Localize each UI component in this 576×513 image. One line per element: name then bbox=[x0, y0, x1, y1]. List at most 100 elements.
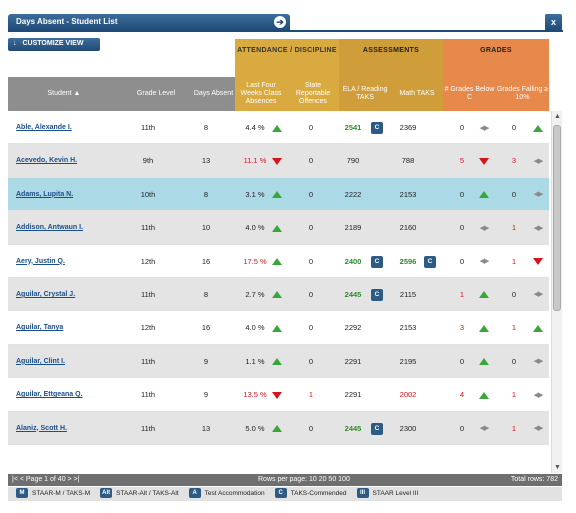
offences-cell: 0 bbox=[308, 423, 314, 433]
grades-falling-cell: 1 bbox=[511, 223, 517, 233]
ela-score-cell: 2291 bbox=[344, 356, 362, 366]
ela-score-cell: 2189 bbox=[344, 223, 362, 233]
table-row[interactable]: Able, Alexande I. 11th 8 4.4 % 0 2541 C 2369 0 ◀▶… bbox=[8, 111, 549, 145]
pagination-controls[interactable]: |< < Page 1 of 40 > >| bbox=[12, 474, 79, 486]
days-absent-cell: 13 bbox=[201, 423, 211, 433]
column-header-grades-below-c[interactable]: # Grades Below C bbox=[443, 77, 496, 111]
go-arrow-icon[interactable]: ➔ bbox=[274, 16, 286, 28]
days-absent-cell: 16 bbox=[201, 256, 211, 266]
column-header-last-four-weeks[interactable]: Last Four Weeks Class Absences bbox=[235, 77, 287, 111]
student-name-link[interactable]: Able, Alexande I. bbox=[16, 111, 72, 144]
commended-badge-icon: C bbox=[371, 122, 383, 135]
trend-up-icon bbox=[272, 425, 282, 433]
attendance-group-label: ATTENDANCE / DISCIPLINE bbox=[237, 47, 337, 54]
table-row[interactable]: Adams, Lupita N. 10th 8 3.1 % 0 2222 2153 0 0 ◀▶ bbox=[8, 177, 549, 212]
customize-view-button[interactable]: ↓ CUSTOMIZE VIEW bbox=[8, 38, 100, 51]
table-row[interactable]: Aguilar, Clint I. 11th 9 1.1 % 0 2291 2195 0 0 ◀▶ bbox=[8, 344, 549, 379]
grades-below-trend bbox=[476, 378, 492, 411]
class-absences-cell: 3.1 % bbox=[245, 189, 265, 199]
math-score-cell: 2153 bbox=[399, 323, 417, 333]
scrollbar-thumb[interactable] bbox=[553, 125, 561, 311]
trend-up-icon bbox=[479, 191, 489, 199]
student-name-link[interactable]: Aguilar, Clint I. bbox=[16, 345, 65, 378]
column-header-days-absent[interactable]: Days Absent bbox=[192, 77, 235, 111]
student-name-link[interactable]: Addison, Antwaun I. bbox=[16, 211, 83, 244]
math-score-cell: 2195 bbox=[399, 356, 417, 366]
legend-label: STAAR-Alt / TAKS-Alt bbox=[116, 490, 179, 497]
student-name-link[interactable]: Aguilar, Crystal J. bbox=[16, 278, 75, 311]
trend-up-icon bbox=[479, 358, 489, 366]
grades-falling-cell: 0 bbox=[511, 356, 517, 366]
legend-item: M STAAR-M / TAKS-M bbox=[16, 487, 90, 501]
absences-trend bbox=[270, 245, 284, 278]
table-row[interactable]: Alaniz, Scott H. 11th 13 5.0 % 0 2445 C 2300 0 ◀▶… bbox=[8, 411, 549, 445]
commended-badge-icon: C bbox=[371, 255, 383, 268]
grades-falling-trend: ◀▶ bbox=[531, 278, 545, 311]
trend-down-icon bbox=[272, 157, 282, 165]
student-table-body: Able, Alexande I. 11th 8 4.4 % 0 2541 C 2369 0 ◀▶… bbox=[8, 111, 549, 445]
student-name-link[interactable]: Acevedo, Kevin H. bbox=[16, 144, 77, 177]
column-header-grades-falling[interactable]: Grades Falling ≥ 10% bbox=[496, 77, 549, 111]
trend-up-icon bbox=[479, 291, 489, 299]
vertical-scrollbar[interactable]: ▲ ▼ bbox=[551, 111, 562, 473]
trend-up-icon bbox=[479, 391, 489, 399]
legend-item: Alt STAAR-Alt / TAKS-Alt bbox=[100, 487, 179, 501]
table-row[interactable]: Addison, Antwaun I. 11th 10 4.0 % 0 2189 2160 0… bbox=[8, 211, 549, 245]
grades-falling-cell: 0 bbox=[511, 189, 517, 199]
scroll-up-icon[interactable]: ▲ bbox=[554, 113, 561, 120]
math-score-cell: 2115 bbox=[399, 289, 417, 299]
table-row[interactable]: Aguilar, Crystal J. 11th 8 2.7 % 0 2445 C 2115 1… bbox=[8, 277, 549, 312]
days-absent-dialog: Days Absent - Student List ➔ x ↓ CUSTOMIZ… bbox=[0, 0, 576, 513]
grades-below-trend: ◀▶ bbox=[476, 111, 492, 144]
column-header-math[interactable]: Math TAKS bbox=[391, 77, 443, 111]
days-absent-cell: 8 bbox=[203, 289, 209, 299]
table-row[interactable]: Aguilar, Ettgeana Q. 11th 9 13.5 % 1 2291 2002… bbox=[8, 378, 549, 412]
dialog-title: Days Absent - Student List bbox=[16, 17, 118, 26]
commended-badge-icon: C bbox=[371, 288, 383, 301]
table-row[interactable]: Aery, Justin Q. 12th 16 17.5 % 0 2400 C 2596 C 0 ◀… bbox=[8, 245, 549, 278]
grades-falling-trend: ◀▶ bbox=[531, 211, 545, 244]
student-name-link[interactable]: Alaniz, Scott H. bbox=[16, 412, 67, 445]
grades-below-trend bbox=[476, 144, 492, 177]
trend-up-icon bbox=[272, 291, 282, 299]
class-absences-cell: 17.5 % bbox=[243, 256, 267, 266]
table-footer: |< < Page 1 of 40 > >| Rows per page: 10… bbox=[8, 474, 562, 486]
class-absences-cell: 4.4 % bbox=[245, 123, 265, 132]
legend-label: Test Accommodation bbox=[204, 490, 265, 497]
column-header-ela[interactable]: ELA / Reading TAKS bbox=[339, 77, 391, 111]
rows-per-page-selector[interactable]: Rows per page: 10 20 50 100 bbox=[258, 474, 350, 486]
ela-score-cell: 2292 bbox=[344, 323, 362, 333]
class-absences-cell: 13.5 % bbox=[243, 390, 267, 400]
table-row[interactable]: Aguilar, Tanya 12th 16 4.0 % 0 2292 2153 3 1 bbox=[8, 311, 549, 345]
grades-below-c-cell: 1 bbox=[459, 289, 465, 299]
grades-falling-cell: 3 bbox=[511, 156, 517, 166]
table-row[interactable]: Acevedo, Kevin H. 9th 13 11.1 % 0 790 788 5 3 ◀▶ bbox=[8, 144, 549, 178]
absences-trend bbox=[270, 144, 284, 177]
grade-level-cell: 10th bbox=[140, 189, 156, 199]
ela-badge-cell: C bbox=[370, 111, 384, 144]
class-absences-cell: 4.0 % bbox=[245, 223, 265, 233]
class-absences-cell: 2.7 % bbox=[245, 289, 265, 299]
grades-falling-cell: 1 bbox=[511, 256, 517, 266]
trend-down-icon bbox=[272, 391, 282, 399]
grades-below-trend bbox=[476, 278, 492, 311]
ela-score-cell: 2400 bbox=[344, 256, 362, 266]
trend-up-icon bbox=[479, 324, 489, 332]
scroll-down-icon[interactable]: ▼ bbox=[554, 464, 561, 471]
student-name-link[interactable]: Adams, Lupita N. bbox=[16, 178, 73, 211]
absences-trend bbox=[270, 278, 284, 311]
trend-flat-icon: ◀▶ bbox=[533, 191, 544, 199]
student-name-link[interactable]: Aery, Justin Q. bbox=[16, 245, 65, 278]
days-absent-cell: 8 bbox=[203, 123, 209, 132]
days-absent-cell: 9 bbox=[203, 356, 209, 366]
grades-below-trend bbox=[476, 345, 492, 378]
class-absences-cell: 1.1 % bbox=[245, 356, 265, 366]
column-header-offences[interactable]: State Reportable Offences bbox=[287, 77, 339, 111]
column-header-student[interactable]: Student ▲ bbox=[8, 77, 120, 111]
student-name-link[interactable]: Aguilar, Ettgeana Q. bbox=[16, 378, 83, 411]
student-name-link[interactable]: Aguilar, Tanya bbox=[16, 311, 63, 344]
grades-group-label: GRADES bbox=[480, 47, 512, 54]
close-button[interactable]: x bbox=[545, 14, 562, 31]
column-header-grade-level[interactable]: Grade Level bbox=[120, 77, 192, 111]
grades-falling-cell: 1 bbox=[511, 323, 517, 333]
